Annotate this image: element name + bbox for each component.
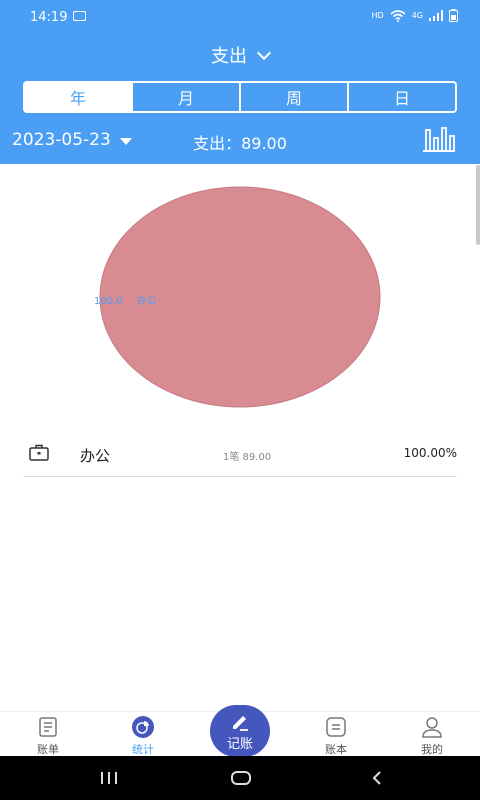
record-button[interactable]: 记账 — [210, 705, 270, 757]
4g-label: 4G — [411, 11, 423, 20]
bar-chart-icon[interactable] — [422, 126, 456, 152]
pie-chart-svg: 100.0 办公 — [94, 186, 381, 408]
tab-year[interactable]: 年 — [25, 83, 131, 111]
record-label: 记账 — [226, 737, 253, 752]
pie-chart: 100.0 办公 — [0, 164, 480, 424]
nav-ledger[interactable]: 账本 — [306, 712, 366, 757]
tab-day[interactable]: 日 — [347, 83, 455, 111]
battery-icon — [449, 9, 458, 22]
back-icon[interactable] — [370, 770, 384, 786]
stats-header: 支出 年 月 周 日 2023-05-23 支出：89.00 — [0, 34, 480, 164]
status-bar: 14:19 HD 4G — [0, 0, 480, 34]
ledger-icon — [326, 717, 346, 737]
status-time: 14:19 — [30, 10, 68, 25]
status-icons: HD 4G — [372, 9, 458, 22]
home-icon[interactable] — [230, 770, 252, 786]
tab-week[interactable]: 周 — [239, 83, 347, 111]
person-icon — [422, 717, 442, 738]
category-detail: 1笔 89.00 — [223, 452, 272, 463]
date-row: 2023-05-23 支出：89.00 — [0, 126, 480, 156]
nav-stats[interactable]: 统计 — [113, 712, 173, 757]
briefcase-icon — [29, 444, 49, 461]
period-tabs: 年 月 周 日 — [23, 81, 457, 113]
chevron-down-icon — [256, 45, 272, 61]
pie-value-label: 100.0 — [94, 296, 123, 307]
scrollbar[interactable] — [476, 165, 480, 245]
tab-month[interactable]: 月 — [131, 83, 239, 111]
list-item[interactable]: 办公 1笔 89.00 100.00% — [23, 432, 457, 477]
pie-chart-icon — [132, 716, 154, 738]
nav-ledger-label: 账本 — [325, 743, 347, 756]
pencil-icon — [233, 716, 248, 731]
bottom-tab-bar: 账单 统计 记账 账本 我的 — [0, 705, 480, 757]
nav-stats-label: 统计 — [132, 743, 154, 756]
pie-category-label: 办公 — [137, 294, 157, 307]
signal-icon — [429, 10, 443, 21]
image-notification-icon — [73, 11, 86, 21]
nav-me[interactable]: 我的 — [402, 712, 462, 757]
category-name: 办公 — [80, 447, 111, 465]
system-nav-bar — [0, 756, 480, 800]
hd-label: HD — [371, 11, 384, 20]
bill-icon — [39, 717, 57, 737]
recent-apps-icon[interactable] — [99, 770, 119, 786]
nav-bill-label: 账单 — [37, 743, 59, 756]
expense-type-selector[interactable]: 支出 — [0, 42, 480, 68]
wifi-icon — [390, 9, 406, 22]
nav-bill[interactable]: 账单 — [18, 712, 78, 757]
expense-summary: 支出：89.00 — [193, 134, 287, 153]
nav-me-label: 我的 — [421, 743, 443, 756]
category-percent: 100.00% — [403, 446, 457, 460]
page-title: 支出 — [211, 46, 247, 67]
